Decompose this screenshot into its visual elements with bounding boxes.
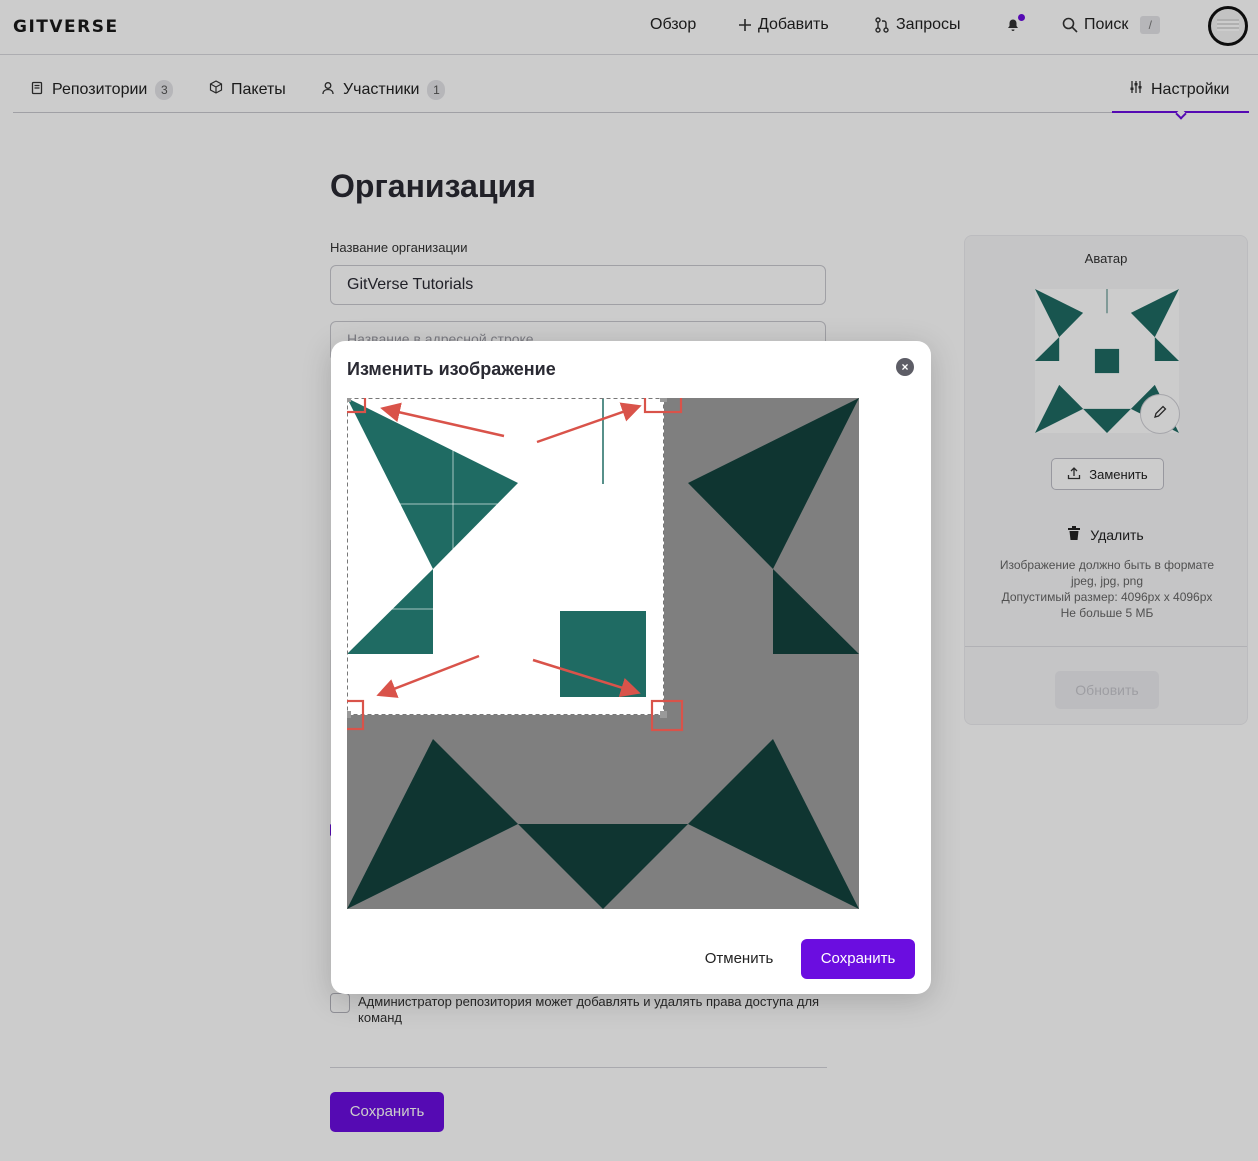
edit-image-modal: Изменить изображение × Отменить Сохранит… — [326, 341, 931, 994]
cancel-button[interactable]: Отменить — [693, 939, 785, 979]
crop-handle-bottom-left[interactable] — [344, 711, 351, 718]
modal-title: Изменить изображение — [347, 359, 556, 379]
crop-handle-bottom-right[interactable] — [660, 711, 667, 718]
crop-handle-top-right[interactable] — [660, 395, 667, 402]
crop-handle-top-left[interactable] — [344, 395, 351, 402]
image-cropper[interactable] — [326, 382, 859, 909]
close-icon[interactable]: × — [896, 358, 914, 376]
modal-save-button[interactable]: Сохранить — [801, 939, 915, 979]
